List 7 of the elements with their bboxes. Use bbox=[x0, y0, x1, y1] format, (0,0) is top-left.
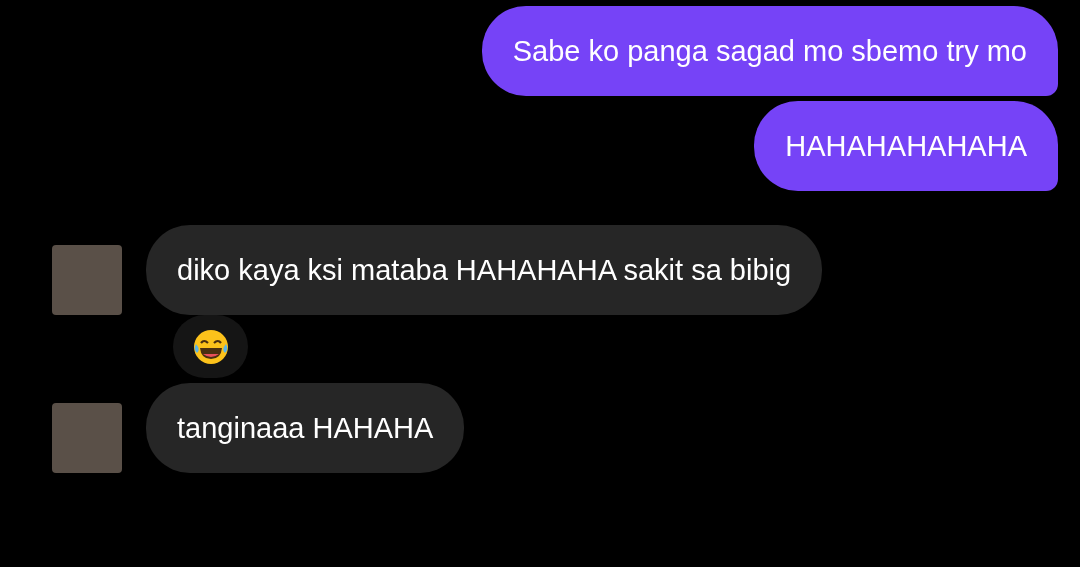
message-bubble: tanginaaa HAHAHA bbox=[146, 383, 465, 473]
avatar-placeholder bbox=[52, 245, 122, 315]
message-bubble: diko kaya ksi mataba HAHAHAHA sakit sa bibig bbox=[146, 225, 823, 315]
laughing-face-icon bbox=[192, 328, 229, 365]
message-bubble: HAHAHAHAHAHA bbox=[754, 101, 1058, 191]
avatar-placeholder bbox=[52, 403, 122, 473]
message-bubble: Sabe ko panga sagad mo sbemo try mo bbox=[481, 6, 1058, 96]
